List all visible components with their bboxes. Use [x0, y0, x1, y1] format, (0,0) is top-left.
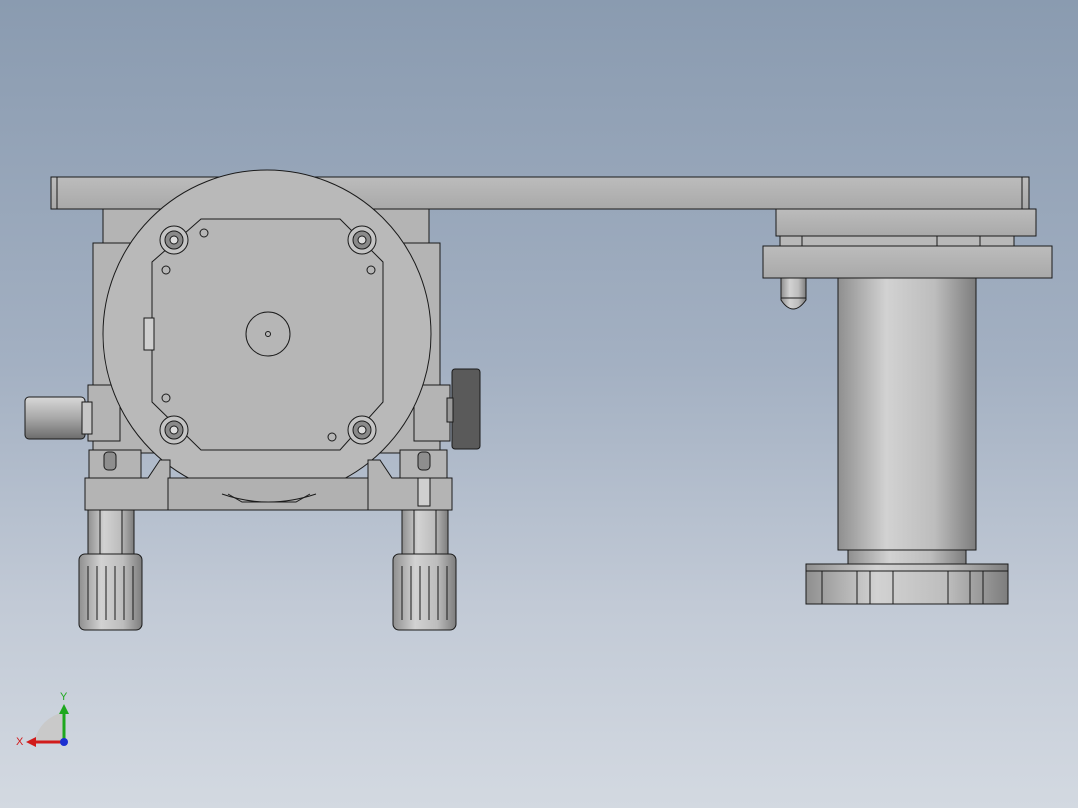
x-arrow-head	[26, 737, 36, 747]
column-body	[837, 277, 977, 565]
triad-quarter-disc	[34, 712, 64, 742]
disc-index-tab	[143, 317, 155, 351]
cad-viewport[interactable]: Y X	[0, 0, 1078, 808]
micrometer-left	[78, 509, 143, 631]
y-axis-label: Y	[60, 691, 68, 703]
y-arrow-head	[59, 704, 69, 714]
cad-model-drawing[interactable]: Y X	[0, 0, 1078, 808]
coordinate-triad: Y X	[16, 691, 69, 748]
column-top-flange	[775, 208, 1037, 247]
left-shaft	[24, 396, 93, 440]
lock-knob	[446, 368, 481, 450]
screw-top-right	[347, 225, 377, 255]
motor-face-plate	[151, 218, 384, 451]
column-base-knob	[805, 563, 1009, 605]
screw-bottom-right	[347, 415, 377, 445]
z-axis-dot	[60, 738, 68, 746]
x-axis-label: X	[16, 736, 24, 748]
screw-top-left	[159, 225, 189, 255]
micrometer-right	[392, 509, 457, 631]
screw-bottom-left	[159, 415, 189, 445]
locating-pin	[780, 277, 807, 310]
column-lower-flange	[762, 245, 1053, 279]
